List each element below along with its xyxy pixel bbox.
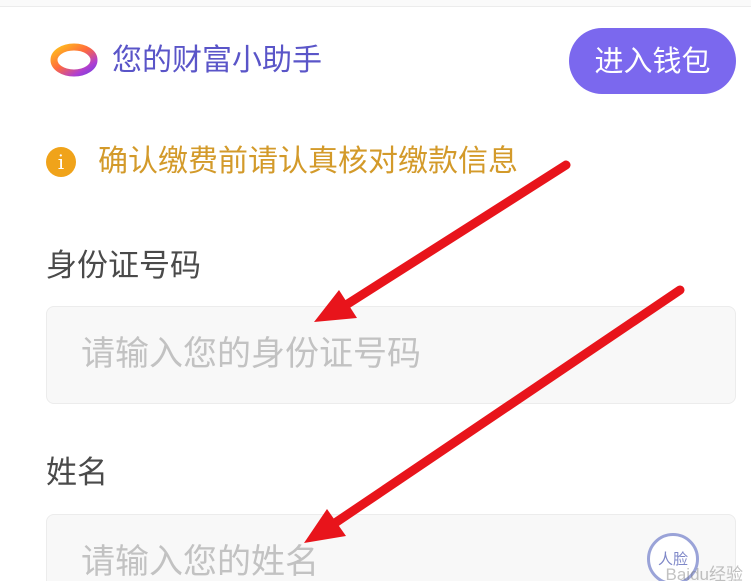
- payment-form-screen: 您的财富小助手 进入钱包 i 确认缴费前请认真核对缴款信息 身份证号码 姓名 人…: [0, 0, 751, 581]
- arrow-to-id-field: [341, 160, 571, 310]
- annotation-arrows: [304, 160, 685, 543]
- arrow-to-name-field: [330, 285, 685, 528]
- watermark: Baidu经验: [665, 565, 743, 581]
- arrow-head-name: [304, 509, 346, 543]
